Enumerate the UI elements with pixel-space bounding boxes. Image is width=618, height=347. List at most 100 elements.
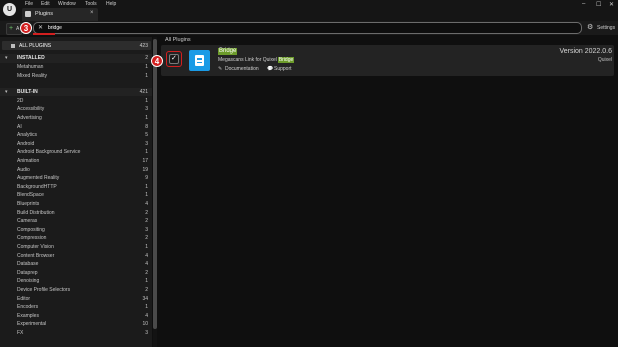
sidebar-section-built-in[interactable]: ▾ BUILT-IN 421 [0,87,152,97]
sidebar-item-label: Examples [17,312,39,319]
chevron-down-icon[interactable]: ▾ [5,89,8,95]
sidebar-item-backgroundhttp[interactable]: BackgroundHTTP 1 [0,182,152,191]
unreal-logo-icon[interactable]: U [3,3,16,16]
sidebar-item-count: 1 [145,149,148,156]
sidebar-item-label: Advertising [17,114,42,121]
sidebar-item-experimental[interactable]: Experimental 10 [0,320,152,329]
support-label: Support [274,66,292,72]
pencil-icon: ✎ [218,66,223,72]
sidebar-item-count: 1 [145,63,148,70]
sidebar-item-animation[interactable]: Animation 17 [0,157,152,166]
sidebar-item-label: Content Browser [17,252,55,259]
section-header: All Plugins [165,37,191,43]
sidebar-item-count: 2 [145,269,148,276]
sidebar-item-ai[interactable]: AI 8 [0,122,152,131]
sidebar-item-count: 2 [145,55,148,62]
menu-tools[interactable]: Tools [85,1,97,7]
sidebar-item-label: Experimental [17,321,47,328]
sidebar-item-fx[interactable]: FX 3 [0,329,152,338]
sidebar-item-label: 2D [17,97,24,104]
menu-help[interactable]: Help [106,1,116,7]
sidebar-item-encoders[interactable]: Encoders 1 [0,303,152,312]
checkbox-highlight-ring [166,51,182,67]
sidebar-item-accessibility[interactable]: Accessibility 3 [0,105,152,114]
sidebar-scrollbar[interactable] [153,37,157,347]
plugin-name: Bridge [218,48,238,55]
sidebar-item-count: 17 [142,157,148,164]
documentation-label: Documentation [225,66,259,72]
sidebar-item-label: Blueprints [17,200,40,207]
sidebar-item-augmented-reality[interactable]: Augmented Reality 9 [0,174,152,183]
sidebar-item-count: 1 [145,183,148,190]
sidebar-item-count: 4 [145,252,148,259]
sidebar-item-count: 3 [145,106,148,113]
sidebar-item-mixed-reality[interactable]: Mixed Reality 1 [0,71,152,80]
close-window-icon[interactable]: ✕ [609,1,614,8]
sidebar-item-2d[interactable]: 2D 1 [0,96,152,105]
search-callout-underline [33,33,55,35]
sidebar-item-audio[interactable]: Audio 19 [0,165,152,174]
scrollbar-thumb[interactable] [153,39,157,329]
step-callout-4: 4 [151,55,163,67]
sidebar-item-count: 1 [145,304,148,311]
sidebar-item-blueprints[interactable]: Blueprints 4 [0,200,152,209]
sidebar-item-blendspace[interactable]: BlendSpace 1 [0,191,152,200]
sidebar-item-label: Mixed Reality [17,72,48,79]
sidebar-item-android[interactable]: Android 3 [0,139,152,148]
sidebar-item-count: 1 [145,278,148,285]
sidebar-item-label: Encoders [17,304,39,311]
sidebar-item-cameras[interactable]: Cameras 2 [0,217,152,226]
sidebar-item-metahuman[interactable]: Metahuman 1 [0,63,152,72]
chevron-down-icon[interactable]: ▾ [5,55,8,61]
sidebar-item-count: 2 [145,209,148,216]
sidebar-item-analytics[interactable]: Analytics 5 [0,131,152,140]
sidebar-item-label: Compositing [17,226,45,233]
plugin-description-text: Megascans Link for Quixel [218,57,279,63]
sidebar-section-installed[interactable]: ▾ INSTALLED 2 [0,54,152,63]
sidebar-item-label: Accessibility [17,106,45,113]
menu-file[interactable]: File [25,1,33,7]
sidebar-item-count: 19 [142,166,148,173]
sidebar-item-label: Augmented Reality [17,175,60,182]
sidebar-item-denoising[interactable]: Denoising 1 [0,277,152,286]
tab-plugins[interactable]: Plugins × [22,8,98,21]
menu-edit[interactable]: Edit [41,1,50,7]
maximize-icon[interactable]: ☐ [596,1,601,8]
sidebar-item-label: Database [17,261,39,268]
tab-close-icon[interactable]: × [90,10,94,16]
sidebar-item-count: 2 [145,235,148,242]
sidebar-item-computer-vision[interactable]: Computer Vision 1 [0,243,152,252]
sidebar-item-examples[interactable]: Examples 4 [0,311,152,320]
sidebar-item-count: 2 [145,218,148,225]
sidebar-item-count: 4 [145,200,148,207]
minimize-icon[interactable]: – [582,1,585,7]
sidebar-item-label: Android [17,140,35,147]
sidebar-item-label: Audio [17,166,30,173]
sidebar-item-label: Cameras [17,218,38,225]
sidebar-item-count: 3 [145,140,148,147]
plugin-tab-icon [25,11,31,17]
sidebar-item-compression[interactable]: Compression 2 [0,234,152,243]
search-input[interactable]: ✕ bridge [33,22,582,34]
sidebar-item-label: Build Distribution [17,209,55,216]
sidebar-item-label: Analytics [17,132,38,139]
sidebar-item-dataprep[interactable]: Dataprep 2 [0,268,152,277]
sidebar-item-database[interactable]: Database 4 [0,260,152,269]
sidebar-item-device-profile-selectors[interactable]: Device Profile Selectors 2 [0,286,152,295]
sidebar-item-count: 9 [145,175,148,182]
clear-search-icon[interactable]: ✕ [38,23,43,33]
sidebar-item-advertising[interactable]: Advertising 1 [0,114,152,123]
sidebar-item-android-background-service[interactable]: Android Background Service 1 [0,148,152,157]
sidebar-item-editor[interactable]: Editor 34 [0,294,152,303]
sidebar-item-all-plugins[interactable]: ALL PLUGINS 423 [2,41,151,50]
sidebar-item-label: Denoising [17,278,40,285]
plugin-card-bridge[interactable]: ✓ Bridge Megascans Link for Quixel Bridg… [161,45,614,76]
plus-icon: + [9,25,14,32]
sidebar-item-content-browser[interactable]: Content Browser 4 [0,251,152,260]
sidebar-item-build-distribution[interactable]: Build Distribution 2 [0,208,152,217]
sidebar-item-compositing[interactable]: Compositing 3 [0,225,152,234]
sidebar-item-count: 1 [145,72,148,79]
sidebar-item-label: Metahuman [17,63,44,70]
sidebar-item-count: 4 [145,312,148,319]
menu-window[interactable]: Window [58,1,76,7]
